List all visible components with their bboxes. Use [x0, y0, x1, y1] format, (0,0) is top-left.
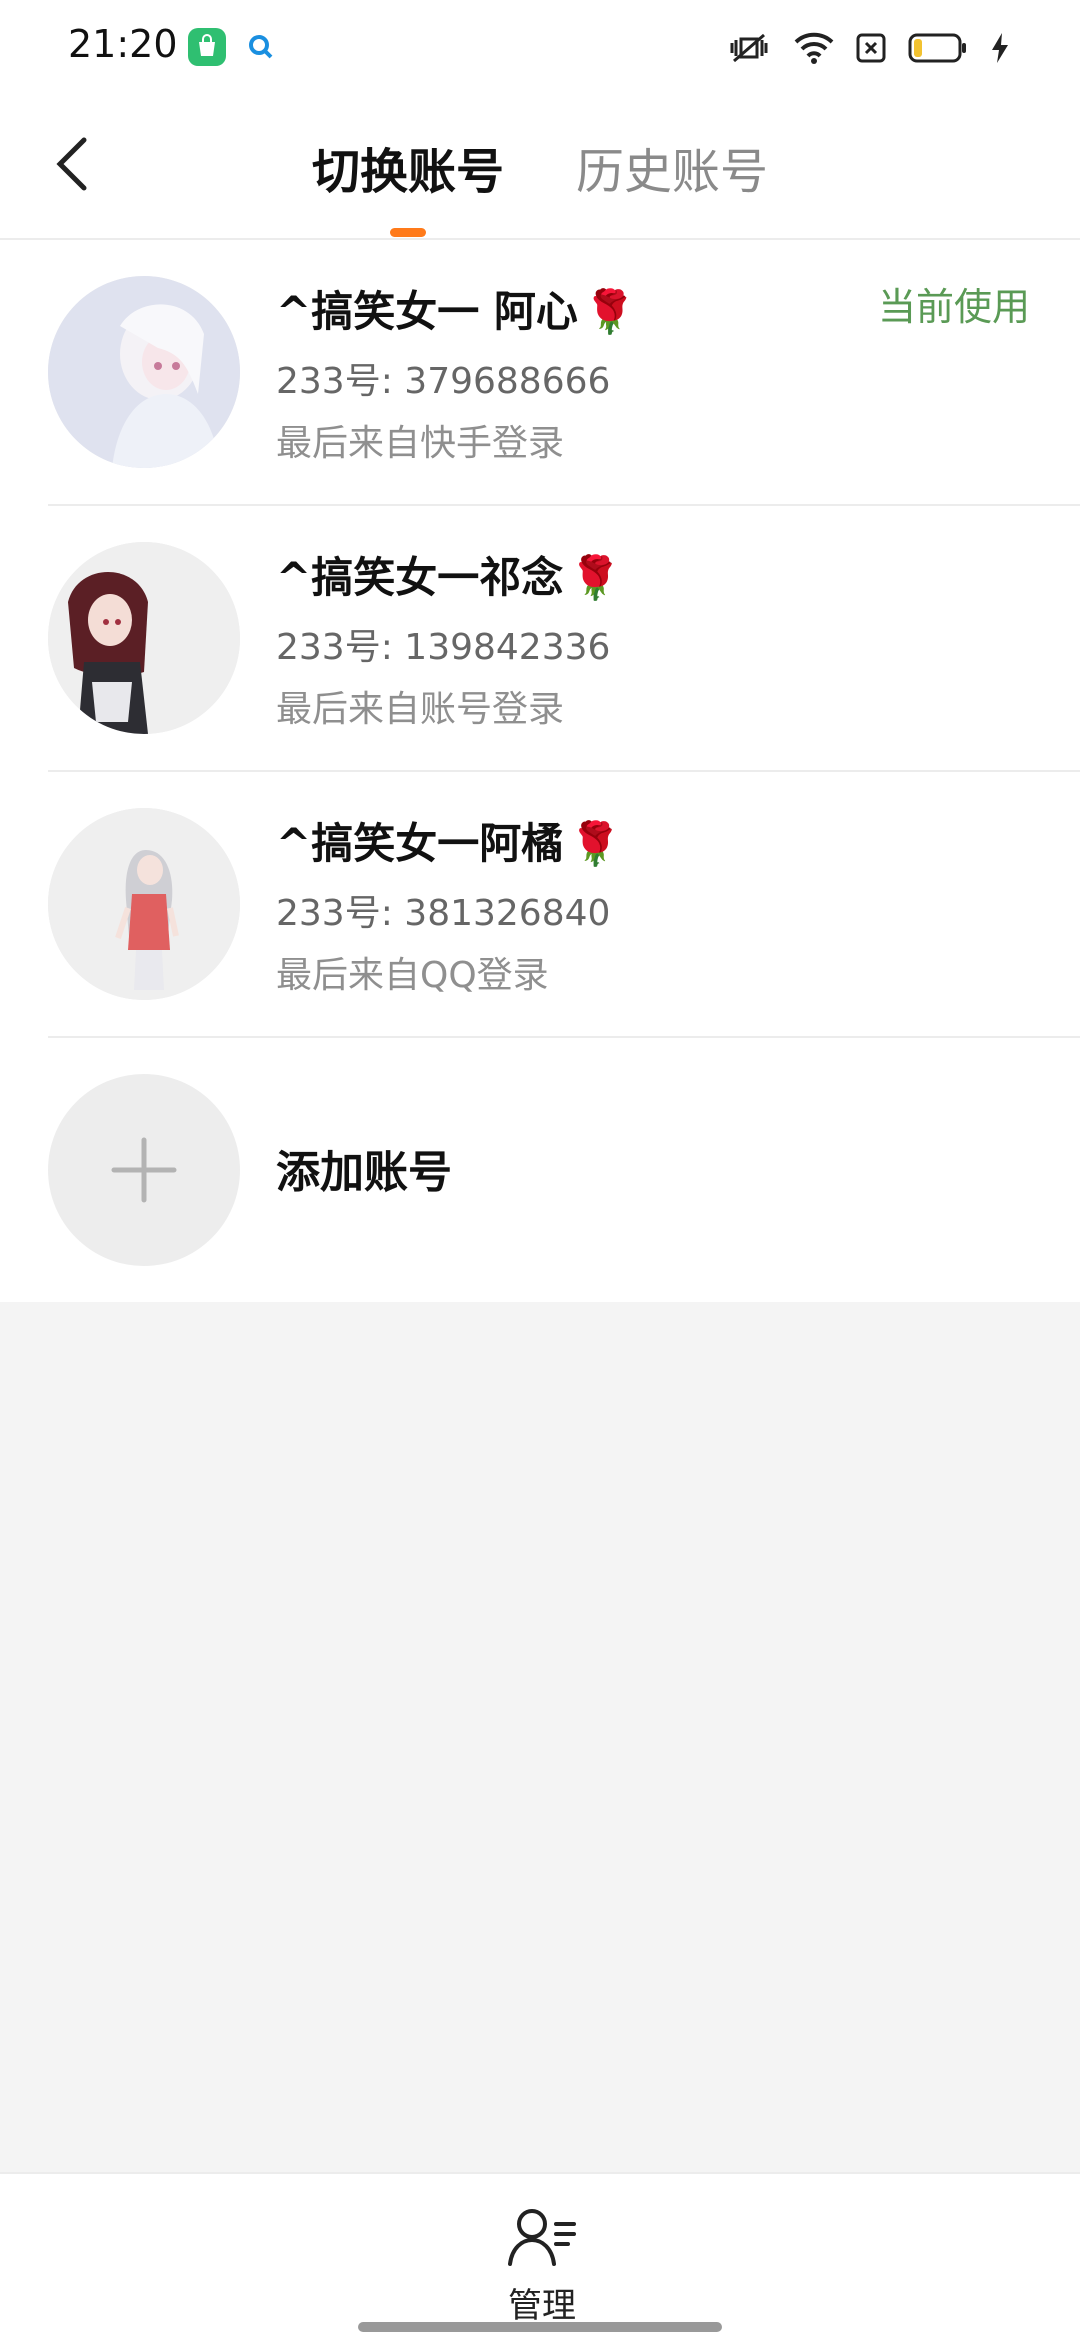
plus-icon — [111, 1137, 177, 1203]
mute-vibrate-icon — [730, 33, 768, 63]
avatar — [48, 808, 240, 1000]
add-account-label: 添加账号 — [276, 1147, 452, 1198]
rose-emoji: 🌹 — [583, 287, 637, 336]
tab-history-account[interactable]: 历史账号 — [576, 132, 768, 202]
account-id: 233号: 379688666 — [276, 361, 611, 402]
current-in-use-label: 当前使用 — [877, 285, 1030, 329]
manage-button[interactable]: 管理 — [500, 2206, 584, 2327]
account-name: ^搞笑女一 阿心 🌹 — [276, 287, 637, 336]
search-app-icon — [242, 28, 280, 66]
manage-label: 管理 — [508, 2286, 576, 2326]
account-list: ^搞笑女一 阿心 🌹 233号: 379688666 最后来自快手登录 当前使用 … — [0, 240, 1080, 1302]
status-bar: 21:20 — [0, 0, 1080, 96]
battery-icon — [908, 33, 966, 63]
account-row[interactable]: ^搞笑女一祁念 🌹 233号: 139842336 最后来自账号登录 — [0, 506, 1080, 772]
chevron-left-icon — [56, 137, 87, 191]
status-time: 21:20 — [68, 22, 178, 66]
account-name: ^搞笑女一阿橘 🌹 — [276, 819, 622, 868]
last-login-source: 最后来自QQ登录 — [276, 955, 549, 996]
avatar — [48, 542, 240, 734]
add-account-button[interactable] — [48, 1074, 240, 1266]
last-login-source: 最后来自快手登录 — [276, 423, 565, 464]
back-button[interactable] — [40, 128, 104, 200]
rose-emoji: 🌹 — [569, 553, 622, 602]
bottom-nav: 管理 — [0, 2172, 1080, 2342]
charging-icon — [992, 33, 1008, 63]
account-id: 233号: 381326840 — [276, 893, 611, 934]
rose-emoji: 🌹 — [569, 819, 622, 868]
account-row[interactable]: ^搞笑女一阿橘 🌹 233号: 381326840 最后来自QQ登录 — [0, 772, 1080, 1038]
store-app-icon — [188, 28, 226, 66]
home-indicator[interactable] — [358, 2322, 722, 2332]
header: 切换账号 历史账号 — [0, 96, 1080, 240]
account-id: 233号: 139842336 — [276, 627, 611, 668]
tab-indicator — [390, 228, 426, 237]
tab-switch-account[interactable]: 切换账号 — [312, 132, 504, 202]
user-manage-icon — [508, 2209, 576, 2266]
sim-error-icon — [856, 33, 886, 63]
wifi-icon — [794, 32, 834, 64]
account-row[interactable]: ^搞笑女一 阿心 🌹 233号: 379688666 最后来自快手登录 当前使用 — [0, 240, 1080, 506]
avatar — [48, 276, 240, 468]
last-login-source: 最后来自账号登录 — [276, 689, 565, 730]
account-name: ^搞笑女一祁念 🌹 — [276, 553, 622, 602]
add-account-row[interactable]: 添加账号 — [0, 1038, 1080, 1302]
